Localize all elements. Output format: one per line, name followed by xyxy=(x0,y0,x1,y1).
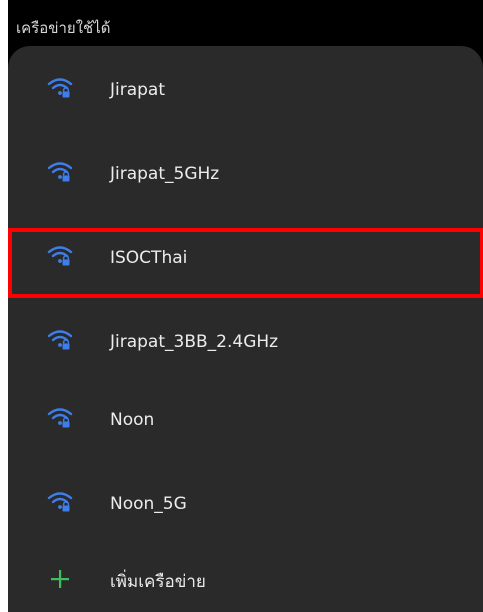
wifi-lock-icon xyxy=(47,162,73,182)
wifi-lock-icon xyxy=(47,492,73,512)
network-ssid: Noon_5G xyxy=(110,494,187,514)
network-ssid: Jirapat_5GHz xyxy=(110,164,220,184)
network-item-isocthai[interactable]: ISOCThai xyxy=(8,228,483,288)
plus-icon xyxy=(51,570,69,588)
add-network-button[interactable]: เพิ่มเครือข่าย xyxy=(8,552,483,612)
wifi-lock-icon xyxy=(47,78,73,98)
wifi-lock-icon xyxy=(47,330,73,350)
wifi-settings-screen: เครือข่ายใช้ได้ Jirapat Jirapat_5GHz ISO… xyxy=(8,0,483,612)
network-ssid: Noon xyxy=(110,410,155,430)
network-ssid: Jirapat xyxy=(110,80,166,100)
network-item-noon-5g[interactable]: Noon_5G xyxy=(8,474,483,534)
wifi-lock-icon xyxy=(47,408,73,428)
network-item-jirapat-5ghz[interactable]: Jirapat_5GHz xyxy=(8,144,483,204)
add-network-label: เพิ่มเครือข่าย xyxy=(110,572,206,592)
network-item-noon[interactable]: Noon xyxy=(8,390,483,450)
network-list: Jirapat Jirapat_5GHz ISOCThai Jirapat_3B… xyxy=(8,46,483,612)
network-item-jirapat-3bb[interactable]: Jirapat_3BB_2.4GHz xyxy=(8,312,483,372)
network-ssid: ISOCThai xyxy=(110,248,188,268)
network-ssid: Jirapat_3BB_2.4GHz xyxy=(110,332,279,352)
network-item-jirapat[interactable]: Jirapat xyxy=(8,60,483,120)
available-networks-header: เครือข่ายใช้ได้ xyxy=(16,19,111,37)
wifi-lock-icon xyxy=(47,246,73,266)
